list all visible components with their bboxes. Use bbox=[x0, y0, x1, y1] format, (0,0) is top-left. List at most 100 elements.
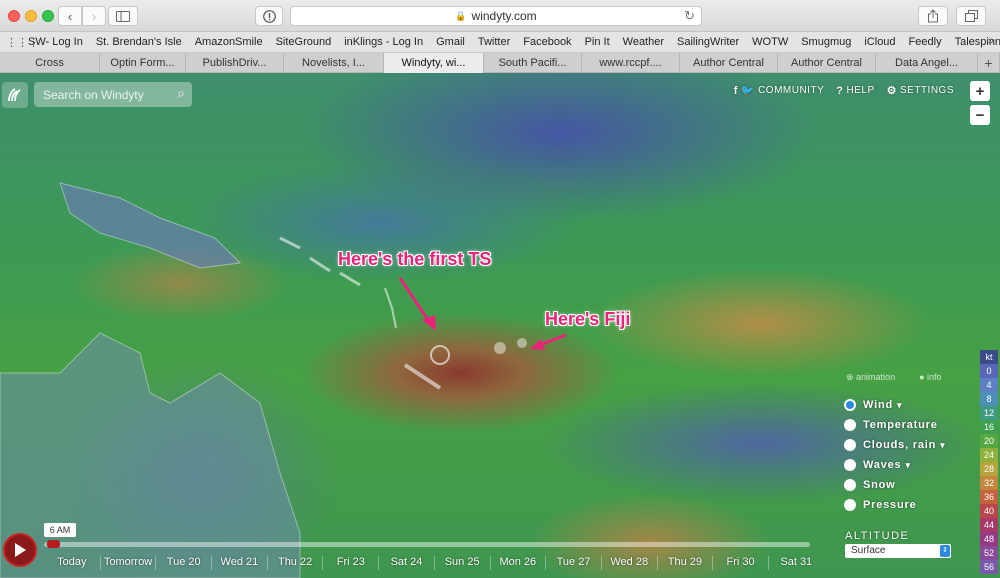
day-label[interactable]: Fri 30 bbox=[712, 556, 768, 570]
wind-logo-icon bbox=[8, 88, 21, 102]
info-toggle[interactable]: ● info bbox=[919, 372, 953, 383]
info-icon bbox=[262, 9, 276, 23]
new-tab-button[interactable]: + bbox=[978, 53, 1000, 73]
day-label[interactable]: Sat 24 bbox=[378, 556, 434, 570]
fiji-island-2 bbox=[517, 338, 527, 348]
altitude-select[interactable]: Surface ⇕ bbox=[845, 544, 951, 558]
radio-selected[interactable] bbox=[844, 399, 856, 411]
layer-option-pressure[interactable]: Pressure bbox=[844, 495, 946, 515]
back-button[interactable]: ‹ bbox=[58, 6, 82, 26]
timeline-handle[interactable] bbox=[47, 540, 60, 548]
bookmark-item[interactable]: Weather bbox=[623, 36, 664, 48]
browser-tab[interactable]: South Pacifi... bbox=[484, 53, 582, 73]
bookmark-item[interactable]: iCloud bbox=[864, 36, 895, 48]
help-link[interactable]: ? HELP bbox=[836, 85, 874, 97]
bookmark-item[interactable]: SW- Log In bbox=[28, 36, 83, 48]
day-label[interactable]: Wed 21 bbox=[211, 556, 267, 570]
chevron-down-icon[interactable]: ▾ bbox=[905, 460, 910, 471]
day-label[interactable]: Sun 25 bbox=[433, 556, 490, 570]
radio-unselected[interactable] bbox=[844, 459, 856, 471]
windyty-logo[interactable] bbox=[2, 82, 28, 108]
day-label[interactable]: Fri 23 bbox=[322, 556, 378, 570]
animation-toggle[interactable]: ⊗ animation bbox=[846, 372, 907, 383]
radio-unselected[interactable] bbox=[844, 419, 856, 431]
day-label[interactable]: Tue 27 bbox=[545, 556, 601, 570]
scale-step: 40 bbox=[980, 504, 998, 518]
sidebar-button[interactable] bbox=[108, 6, 138, 26]
browser-tab[interactable]: PublishDriv... bbox=[186, 53, 284, 73]
reader-info-button[interactable] bbox=[255, 6, 283, 26]
day-label[interactable]: Thu 22 bbox=[266, 556, 323, 570]
browser-tab[interactable]: Data Angel... bbox=[876, 53, 978, 73]
address-bar[interactable]: 🔒 windyty.com ↻ bbox=[290, 6, 702, 26]
day-label[interactable]: Tomorrow bbox=[99, 556, 156, 570]
minimize-window-button[interactable] bbox=[25, 10, 37, 22]
share-button[interactable] bbox=[918, 6, 948, 26]
bookmark-item[interactable]: inKlings - Log In bbox=[344, 36, 423, 48]
bookmark-item[interactable]: SailingWriter bbox=[677, 36, 739, 48]
bookmark-item[interactable]: Pin It bbox=[585, 36, 610, 48]
browser-tab[interactable]: Cross bbox=[0, 53, 100, 73]
annotation-first-ts: Here's the first TS bbox=[338, 249, 492, 269]
timeline-track[interactable] bbox=[44, 542, 810, 547]
bookmark-item[interactable]: SiteGround bbox=[276, 36, 332, 48]
tab-bar: Cross Optin Form... PublishDriv... Novel… bbox=[0, 53, 1000, 73]
bookmark-item[interactable]: Smugmug bbox=[801, 36, 851, 48]
bookmark-item[interactable]: Feedly bbox=[909, 36, 942, 48]
show-tabs-button[interactable] bbox=[956, 6, 986, 26]
play-button[interactable] bbox=[3, 533, 37, 567]
close-window-button[interactable] bbox=[8, 10, 20, 22]
layer-option-waves[interactable]: Waves ▾ bbox=[844, 455, 946, 475]
search-input[interactable] bbox=[43, 87, 169, 102]
browser-tab-active[interactable]: Windyty, wi... bbox=[384, 53, 484, 73]
browser-tab[interactable]: Optin Form... bbox=[100, 53, 186, 73]
browser-tab[interactable]: www.rccpf.... bbox=[582, 53, 680, 73]
day-label[interactable]: Wed 28 bbox=[600, 556, 657, 570]
location-search[interactable]: ⌕ bbox=[34, 82, 192, 107]
radio-unselected[interactable] bbox=[844, 499, 856, 511]
browser-tab[interactable]: Author Central bbox=[778, 53, 876, 73]
zoom-window-button[interactable] bbox=[42, 10, 54, 22]
day-label[interactable]: Sat 31 bbox=[767, 556, 824, 570]
forward-button[interactable]: › bbox=[82, 6, 106, 26]
layer-option-temperature[interactable]: Temperature bbox=[844, 415, 946, 435]
bookmark-item[interactable]: Twitter bbox=[478, 36, 510, 48]
zoom-in-button[interactable]: + bbox=[970, 81, 990, 101]
day-label[interactable]: Tue 20 bbox=[155, 556, 211, 570]
grid-icon[interactable]: ⋮⋮⋮ bbox=[6, 36, 39, 49]
day-label[interactable]: Thu 29 bbox=[656, 556, 713, 570]
bookmark-item[interactable]: Gmail bbox=[436, 36, 465, 48]
radio-unselected[interactable] bbox=[844, 479, 856, 491]
scale-step: 52 bbox=[980, 546, 998, 560]
bookmark-item[interactable]: WOTW bbox=[752, 36, 788, 48]
layer-option-snow[interactable]: Snow bbox=[844, 475, 946, 495]
layer-option-wind[interactable]: Wind ▾ bbox=[844, 395, 946, 415]
vanuatu-islands bbox=[384, 287, 397, 329]
bookmarks-overflow-button[interactable]: » bbox=[988, 35, 994, 47]
day-label[interactable]: Mon 26 bbox=[489, 556, 546, 570]
weather-map[interactable]: ⌕ f 🐦 COMMUNITY ? HELP ⚙ SETTINGS + − He… bbox=[0, 73, 1000, 578]
settings-link[interactable]: ⚙ SETTINGS bbox=[887, 84, 954, 97]
scale-unit: kt bbox=[980, 350, 998, 364]
layer-option-clouds-rain[interactable]: Clouds, rain ▾ bbox=[844, 435, 946, 455]
bookmark-item[interactable]: Facebook bbox=[523, 36, 571, 48]
browser-tab[interactable]: Author Central bbox=[680, 53, 778, 73]
bookmark-item[interactable]: St. Brendan's Isle bbox=[96, 36, 182, 48]
scale-step: 44 bbox=[980, 518, 998, 532]
chevron-down-icon[interactable]: ▾ bbox=[897, 400, 902, 411]
reload-icon[interactable]: ↻ bbox=[684, 8, 695, 24]
day-label[interactable]: Today bbox=[44, 556, 100, 570]
url-text: windyty.com bbox=[471, 9, 537, 23]
top-menu: f 🐦 COMMUNITY ? HELP ⚙ SETTINGS bbox=[722, 84, 954, 98]
bookmark-item[interactable]: AmazonSmile bbox=[195, 36, 263, 48]
chevron-down-icon[interactable]: ▾ bbox=[940, 440, 945, 451]
altitude-label: ALTITUDE bbox=[845, 530, 910, 542]
community-link[interactable]: f 🐦 COMMUNITY bbox=[734, 84, 825, 98]
zoom-out-button[interactable]: − bbox=[970, 105, 990, 125]
new-guinea-landmass bbox=[59, 182, 242, 269]
radio-unselected[interactable] bbox=[844, 439, 856, 451]
browser-tab[interactable]: Novelists, I... bbox=[284, 53, 384, 73]
overlay-toggles: ⊗ animation ● info bbox=[846, 372, 966, 383]
search-icon[interactable]: ⌕ bbox=[177, 85, 185, 102]
ts-arrow bbox=[398, 277, 432, 324]
